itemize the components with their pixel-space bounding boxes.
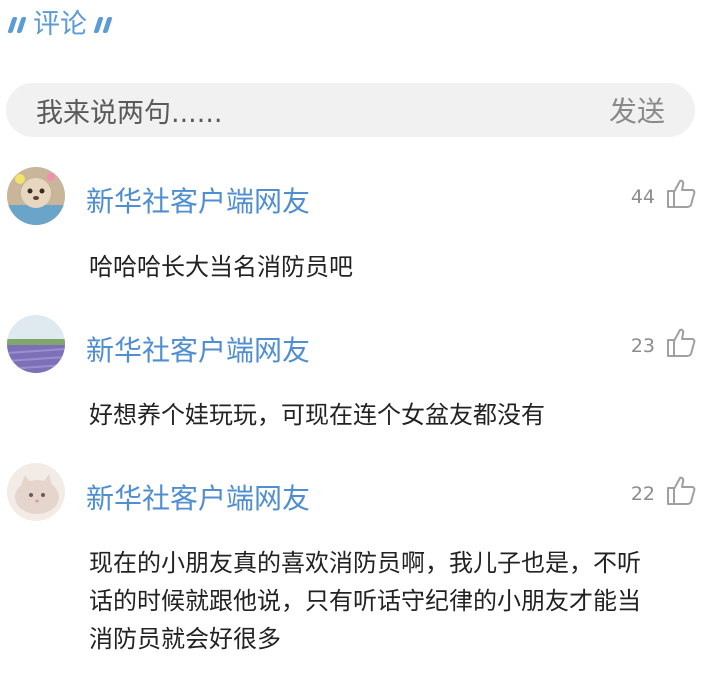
right-decor-icon: [93, 17, 113, 33]
comment-text: 好想养个娃玩玩，可现在连个女盆友都没有: [89, 401, 545, 429]
avatar[interactable]: [7, 167, 65, 225]
like-count: 22: [630, 483, 655, 505]
avatar[interactable]: [7, 463, 65, 521]
comment-text: 现在的小朋友真的喜欢消防员啊，我儿子也是，不听话的时候就跟他说，只有听话守纪律的…: [89, 549, 641, 653]
thumbs-up-icon[interactable]: [665, 326, 697, 358]
thumbs-up-icon[interactable]: [665, 474, 697, 506]
avatar[interactable]: [7, 315, 65, 373]
comment-input-bar[interactable]: 我来说两句...... 发送: [6, 83, 695, 137]
username[interactable]: 新华社客户端网友: [86, 180, 310, 220]
section-title: 评论: [33, 9, 87, 40]
like-count: 23: [630, 335, 655, 357]
comment-text: 哈哈哈长大当名消防员吧: [89, 253, 353, 281]
left-decor-icon: [7, 17, 27, 33]
send-button[interactable]: 发送: [609, 90, 665, 130]
username[interactable]: 新华社客户端网友: [86, 329, 310, 369]
thumbs-up-icon[interactable]: [665, 177, 697, 209]
like-count: 44: [630, 186, 655, 208]
comments-header: 评论: [7, 8, 113, 42]
comment-input-placeholder[interactable]: 我来说两句......: [36, 91, 223, 130]
username[interactable]: 新华社客户端网友: [86, 477, 310, 517]
